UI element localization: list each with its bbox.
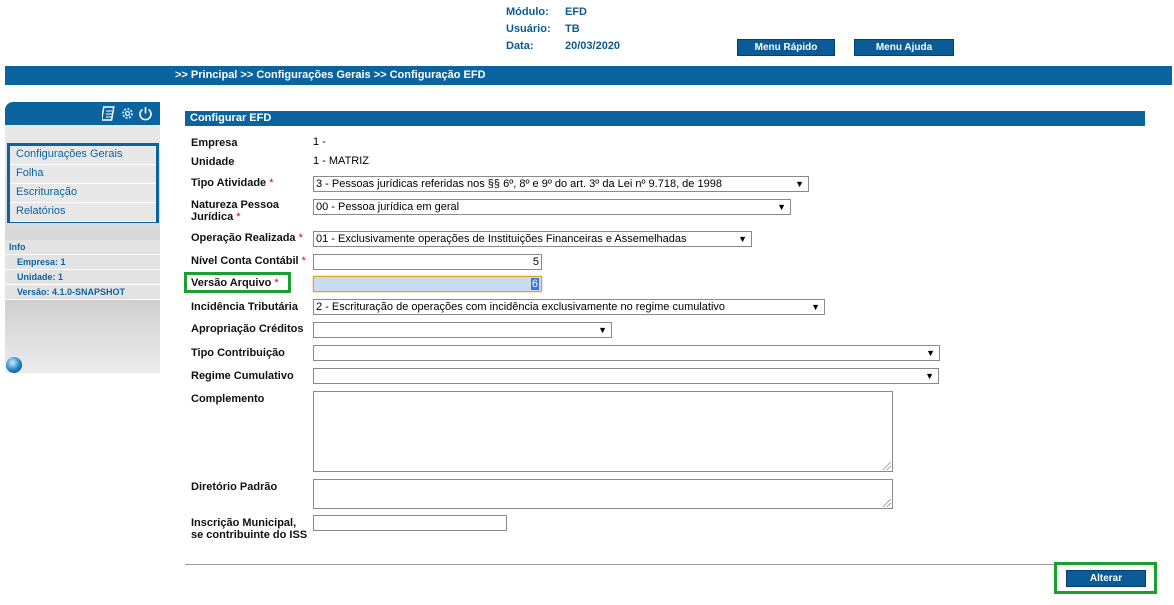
chevron-down-icon: ▼ (926, 348, 935, 358)
empresa-label: Empresa (191, 137, 238, 149)
versao-label-text: Versão Arquivo (191, 277, 272, 289)
chevron-down-icon: ▼ (811, 302, 820, 312)
diretorio-label: Diretório Padrão (191, 481, 278, 493)
nivel-label-text: Nível Conta Contábil (191, 255, 299, 267)
panel-title: Configurar EFD (185, 111, 1145, 126)
nivel-label: Nível Conta Contábil * (191, 255, 306, 267)
complemento-label: Complemento (191, 393, 265, 405)
alterar-button[interactable]: Alterar (1066, 570, 1146, 587)
tipo-atividade-value: 3 - Pessoas jurídicas referidas nos §§ 6… (316, 178, 722, 190)
chevron-down-icon: ▼ (925, 371, 934, 381)
data-value: 20/03/2020 (565, 40, 621, 52)
unidade-value: 1 - MATRIZ (313, 155, 370, 167)
chevron-down-icon: ▼ (795, 179, 804, 189)
chevron-down-icon: ▼ (777, 202, 786, 212)
resize-grip-icon[interactable] (883, 462, 891, 470)
inscricao-label-line1: Inscrição Municipal, (191, 517, 297, 529)
sidebar-menu: Configurações Gerais Folha Escrituração … (7, 143, 159, 223)
tipo-contribuicao-select[interactable]: ▼ (313, 345, 940, 361)
breadcrumb-bar: >> Principal >> Configurações Gerais >> … (5, 66, 1172, 85)
info-versao: Versão: 4.1.0-SNAPSHOT (5, 285, 160, 300)
required-mark: * (298, 232, 303, 244)
divider (185, 564, 1155, 565)
chevron-down-icon: ▼ (738, 234, 747, 244)
menu-rapido-button[interactable]: Menu Rápido (737, 39, 835, 56)
calculator-icon[interactable] (102, 106, 117, 121)
versao-label: Versão Arquivo * (191, 277, 279, 289)
info-empresa: Empresa: 1 (5, 255, 160, 270)
apropriacao-select[interactable]: ▼ (313, 322, 612, 338)
incidencia-label: Incidência Tributária (191, 301, 298, 313)
tipo-atividade-label-text: Tipo Atividade (191, 177, 267, 189)
required-mark: * (269, 177, 274, 189)
power-icon[interactable] (138, 106, 153, 121)
empresa-value: 1 - (313, 136, 326, 148)
apropriacao-label: Apropriação Créditos (191, 323, 304, 335)
breadcrumb[interactable]: >> Principal >> Configurações Gerais >> … (175, 69, 486, 81)
natureza-label-line2: Jurídica (191, 211, 234, 223)
menu-ajuda-button[interactable]: Menu Ajuda (854, 39, 954, 56)
versao-value: 6 (530, 278, 539, 290)
sidebar-header (5, 102, 160, 125)
chevron-down-icon: ▼ (598, 325, 607, 335)
globe-icon (6, 357, 22, 373)
modulo-label: Módulo: (506, 6, 549, 18)
sidebar-item-folha[interactable]: Folha (10, 165, 156, 184)
data-label: Data: (506, 40, 534, 52)
required-mark: * (301, 255, 306, 267)
operacao-value: 01 - Exclusivamente operações de Institu… (316, 233, 687, 245)
usuario-value: TB (565, 23, 580, 35)
natureza-value: 00 - Pessoa jurídica em geral (316, 201, 460, 213)
resize-grip-icon[interactable] (883, 499, 891, 507)
sidebar-item-relatorios[interactable]: Relatórios (10, 203, 156, 222)
tipo-contribuicao-label: Tipo Contribuição (191, 347, 285, 359)
regime-select[interactable]: ▼ (313, 368, 939, 384)
tipo-atividade-select[interactable]: 3 - Pessoas jurídicas referidas nos §§ 6… (313, 176, 809, 192)
inscricao-input[interactable] (313, 515, 507, 531)
operacao-label: Operação Realizada * (191, 232, 303, 244)
diretorio-textarea[interactable] (313, 479, 893, 509)
unidade-label: Unidade (191, 156, 235, 168)
incidencia-value: 2 - Escrituração de operações com incidê… (316, 301, 726, 313)
regime-label: Regime Cumulativo (191, 370, 294, 382)
usuario-label: Usuário: (506, 23, 551, 35)
natureza-label: Natureza Pessoa Jurídica * (191, 199, 279, 223)
natureza-select[interactable]: 00 - Pessoa jurídica em geral ▼ (313, 199, 791, 215)
operacao-select[interactable]: 01 - Exclusivamente operações de Institu… (313, 231, 752, 247)
versao-input[interactable]: 6 (313, 276, 542, 292)
info-unidade: Unidade: 1 (5, 270, 160, 285)
gear-icon[interactable] (120, 106, 135, 121)
info-title: Info (5, 240, 160, 255)
required-mark: * (274, 277, 279, 289)
natureza-label-line1: Natureza Pessoa (191, 199, 280, 211)
inscricao-label-line2: se contribuinte do ISS (191, 529, 308, 541)
inscricao-label: Inscrição Municipal, se contribuinte do I… (191, 517, 307, 541)
sidebar-info: Info Empresa: 1 Unidade: 1 Versão: 4.1.0… (5, 240, 160, 300)
required-mark: * (236, 211, 241, 223)
incidencia-select[interactable]: 2 - Escrituração de operações com incidê… (313, 299, 825, 315)
operacao-label-text: Operação Realizada (191, 232, 296, 244)
sidebar-item-escrituracao[interactable]: Escrituração (10, 184, 156, 203)
sidebar-item-configuracoes-gerais[interactable]: Configurações Gerais (10, 146, 156, 165)
nivel-input[interactable]: 5 (313, 254, 542, 270)
tipo-atividade-label: Tipo Atividade * (191, 177, 274, 189)
modulo-value: EFD (565, 6, 587, 18)
complemento-textarea[interactable] (313, 391, 893, 472)
